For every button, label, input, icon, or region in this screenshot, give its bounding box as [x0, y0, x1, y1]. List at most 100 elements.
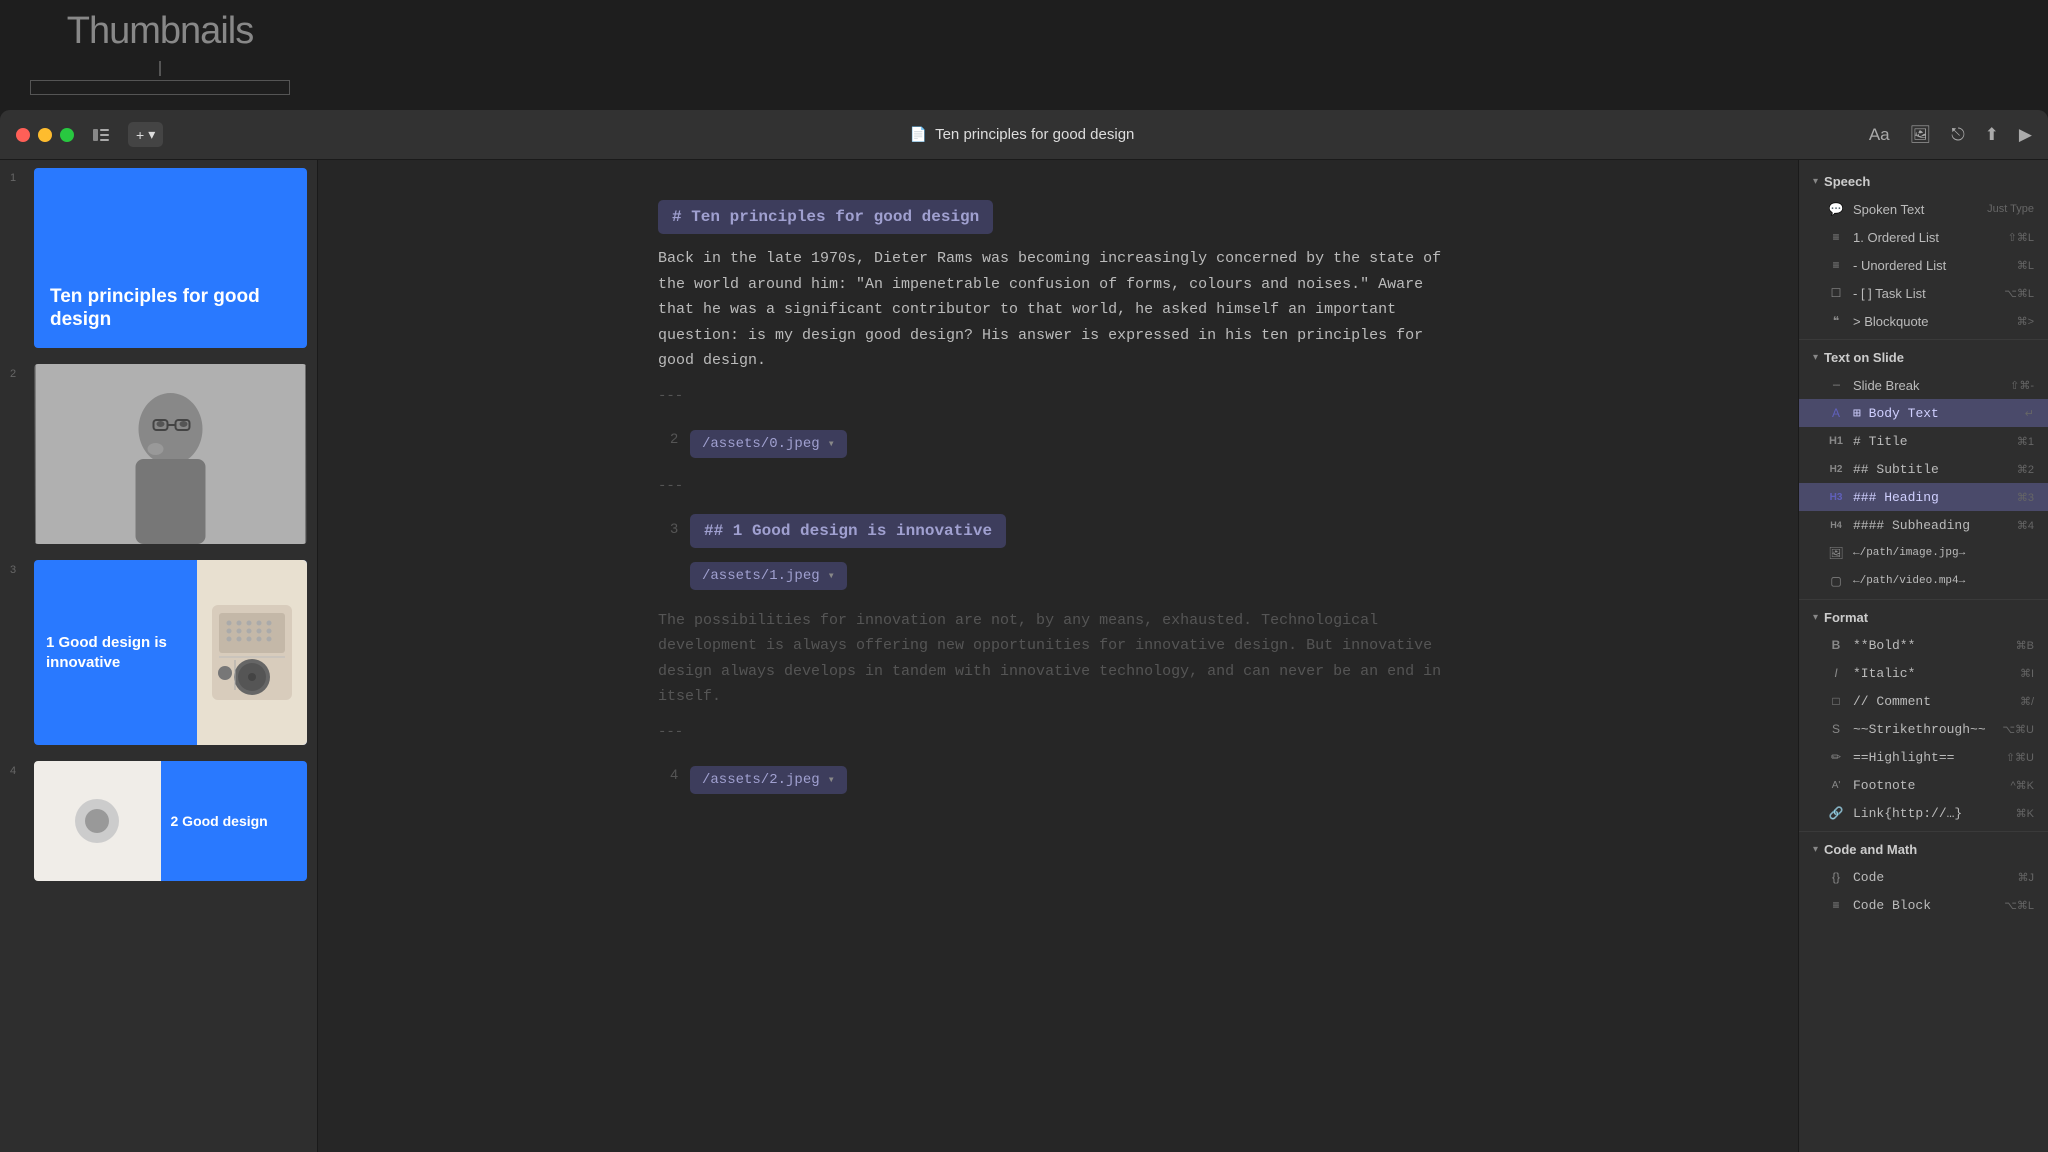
- speech-section-header[interactable]: ▾ Speech: [1799, 168, 2048, 195]
- divider-2: [1799, 599, 2048, 600]
- asset-3-block[interactable]: /assets/2.jpeg ▾: [690, 766, 847, 794]
- image-insert-button[interactable]: 🖼: [1910, 125, 1932, 145]
- format-section-title: Format: [1824, 610, 1868, 625]
- slide-1-thumbnail[interactable]: 1 Ten principles for good design: [0, 160, 317, 356]
- highlight-shortcut: ⇧⌘U: [2006, 751, 2034, 764]
- footnote-item[interactable]: A' Footnote ^⌘K: [1799, 771, 2048, 799]
- add-slide-button[interactable]: + ▾: [128, 122, 163, 147]
- task-list-item[interactable]: ☐ - [ ] Task List ⌥⌘L: [1799, 279, 2048, 307]
- comment-shortcut: ⌘/: [2020, 695, 2034, 708]
- thumbnail-sidebar[interactable]: 1 Ten principles for good design 2: [0, 160, 318, 1152]
- subtitle-item[interactable]: H2 ## Subtitle ⌘2: [1799, 455, 2048, 483]
- unordered-list-icon: ≡: [1827, 256, 1845, 274]
- slide-4-image: [34, 761, 161, 881]
- italic-item[interactable]: I *Italic* ⌘I: [1799, 659, 2048, 687]
- right-panel: ▾ Speech 💬 Spoken Text Just Type ≡ 1. Or…: [1798, 160, 2048, 1152]
- ordered-list-label: 1. Ordered List: [1853, 230, 2000, 245]
- slide-3-card: 1 Good design is innovative: [34, 560, 307, 745]
- slide-3-body-text[interactable]: The possibilities for innovation are not…: [658, 608, 1458, 710]
- footnote-shortcut: ^⌘K: [2011, 779, 2035, 792]
- title-item[interactable]: H1 # Title ⌘1: [1799, 427, 2048, 455]
- spoken-text-shortcut: Just Type: [1987, 203, 2034, 215]
- play-button[interactable]: ▶: [2019, 125, 2032, 145]
- slide-4-row: 4 /assets/2.jpeg ▾: [658, 760, 1458, 800]
- italic-shortcut: ⌘I: [2020, 667, 2034, 680]
- subheading-item[interactable]: H4 #### Subheading ⌘4: [1799, 511, 2048, 539]
- editor-area[interactable]: # Ten principles for good design Back in…: [318, 160, 1798, 1152]
- asset-2-chevron-icon[interactable]: ▾: [828, 568, 835, 583]
- export-button[interactable]: ⬆: [1985, 125, 1999, 145]
- slide-2-content: /assets/0.jpeg ▾: [690, 424, 1458, 464]
- link-item[interactable]: 🔗 Link{http://…} ⌘K: [1799, 799, 2048, 827]
- share-button[interactable]: ⎋: [1951, 125, 1964, 145]
- titlebar-center: 📄 Ten principles for good design: [175, 126, 1869, 143]
- comment-item[interactable]: □ // Comment ⌘/: [1799, 687, 2048, 715]
- asset-1-chevron-icon[interactable]: ▾: [828, 436, 835, 451]
- asset-3-path: /assets/2.jpeg: [702, 772, 820, 788]
- format-section: ▾ Format B **Bold** ⌘B I *Italic* ⌘I □ /…: [1799, 604, 2048, 827]
- code-math-section: ▾ Code and Math {} Code ⌘J ≡ Code Block …: [1799, 836, 2048, 919]
- slide-3-thumbnail[interactable]: 3 1 Good design is innovative: [0, 552, 317, 753]
- video-item[interactable]: ▢ ←/path/video.mp4→: [1799, 567, 2048, 595]
- code-icon: {}: [1827, 868, 1845, 886]
- text-on-slide-collapse-icon: ▾: [1813, 352, 1818, 363]
- body-text-item[interactable]: A ⊞ Body Text ↵: [1799, 399, 2048, 427]
- link-shortcut: ⌘K: [2016, 807, 2034, 820]
- minimize-button[interactable]: [38, 128, 52, 142]
- heading-item[interactable]: H3 ### Heading ⌘3: [1799, 483, 2048, 511]
- font-size-button[interactable]: Aa: [1869, 125, 1890, 145]
- highlight-item[interactable]: ✏ ==Highlight== ⇧⌘U: [1799, 743, 2048, 771]
- slide-1-number: 1: [10, 172, 26, 184]
- main-heading-block[interactable]: # Ten principles for good design: [658, 200, 993, 234]
- task-list-icon: ☐: [1827, 284, 1845, 302]
- code-math-header[interactable]: ▾ Code and Math: [1799, 836, 2048, 863]
- strikethrough-item[interactable]: S ~~Strikethrough~~ ⌥⌘U: [1799, 715, 2048, 743]
- code-item[interactable]: {} Code ⌘J: [1799, 863, 2048, 891]
- code-math-title: Code and Math: [1824, 842, 1917, 857]
- unordered-list-item[interactable]: ≡ - Unordered List ⌘L: [1799, 251, 2048, 279]
- heading-block-content: # Ten principles for good design: [658, 200, 1458, 234]
- blockquote-item[interactable]: ❝ > Blockquote ⌘>: [1799, 307, 2048, 335]
- sidebar-toggle-button[interactable]: [90, 124, 112, 146]
- slide-break-item[interactable]: --- Slide Break ⇧⌘-: [1799, 371, 2048, 399]
- maximize-button[interactable]: [60, 128, 74, 142]
- asset-2-block[interactable]: /assets/1.jpeg ▾: [690, 562, 847, 590]
- link-icon: 🔗: [1827, 804, 1845, 822]
- slide-1-block: # Ten principles for good design Back in…: [658, 200, 1458, 404]
- spoken-text-label: Spoken Text: [1853, 202, 1979, 217]
- bold-item[interactable]: B **Bold** ⌘B: [1799, 631, 2048, 659]
- close-button[interactable]: [16, 128, 30, 142]
- slide-2-thumbnail[interactable]: 2: [0, 356, 317, 552]
- text-on-slide-header[interactable]: ▾ Text on Slide: [1799, 344, 2048, 371]
- unordered-list-label: - Unordered List: [1853, 258, 2009, 273]
- highlight-icon: ✏: [1827, 748, 1845, 766]
- editor-content: # Ten principles for good design Back in…: [658, 200, 1458, 800]
- title-icon: H1: [1827, 432, 1845, 450]
- spoken-text-item[interactable]: 💬 Spoken Text Just Type: [1799, 195, 2048, 223]
- code-label: Code: [1853, 870, 2010, 885]
- image-item[interactable]: 🖼 ←/path/image.jpg→: [1799, 539, 2048, 567]
- italic-icon: I: [1827, 664, 1845, 682]
- slide-4-thumbnail[interactable]: 4 2 Good design: [0, 753, 317, 889]
- subheading-icon: H4: [1827, 516, 1845, 534]
- slide-3-content: ## 1 Good design is innovative: [690, 514, 1458, 548]
- ordered-list-item[interactable]: ≡ 1. Ordered List ⇧⌘L: [1799, 223, 2048, 251]
- asset-1-block[interactable]: /assets/0.jpeg ▾: [690, 430, 847, 458]
- intro-text[interactable]: Back in the late 1970s, Dieter Rams was …: [658, 246, 1458, 374]
- divider-3: [1799, 831, 2048, 832]
- asset-3-chevron-icon[interactable]: ▾: [828, 772, 835, 787]
- separator-1: ---: [658, 388, 1458, 404]
- body-text-icon: A: [1827, 404, 1845, 422]
- format-section-header[interactable]: ▾ Format: [1799, 604, 2048, 631]
- slide-3-heading-block[interactable]: ## 1 Good design is innovative: [690, 514, 1006, 548]
- slide-3-title: 1 Good design is innovative: [46, 633, 185, 672]
- footnote-icon: A': [1827, 776, 1845, 794]
- speech-section: ▾ Speech 💬 Spoken Text Just Type ≡ 1. Or…: [1799, 168, 2048, 335]
- ordered-list-icon: ≡: [1827, 228, 1845, 246]
- ordered-list-shortcut: ⇧⌘L: [2008, 231, 2034, 244]
- code-block-item[interactable]: ≡ Code Block ⌥⌘L: [1799, 891, 2048, 919]
- slide-2-row: 2 /assets/0.jpeg ▾: [658, 424, 1458, 464]
- slide-2-card: [34, 364, 307, 544]
- thumbnails-box: [30, 80, 290, 95]
- comment-label: // Comment: [1853, 694, 2012, 709]
